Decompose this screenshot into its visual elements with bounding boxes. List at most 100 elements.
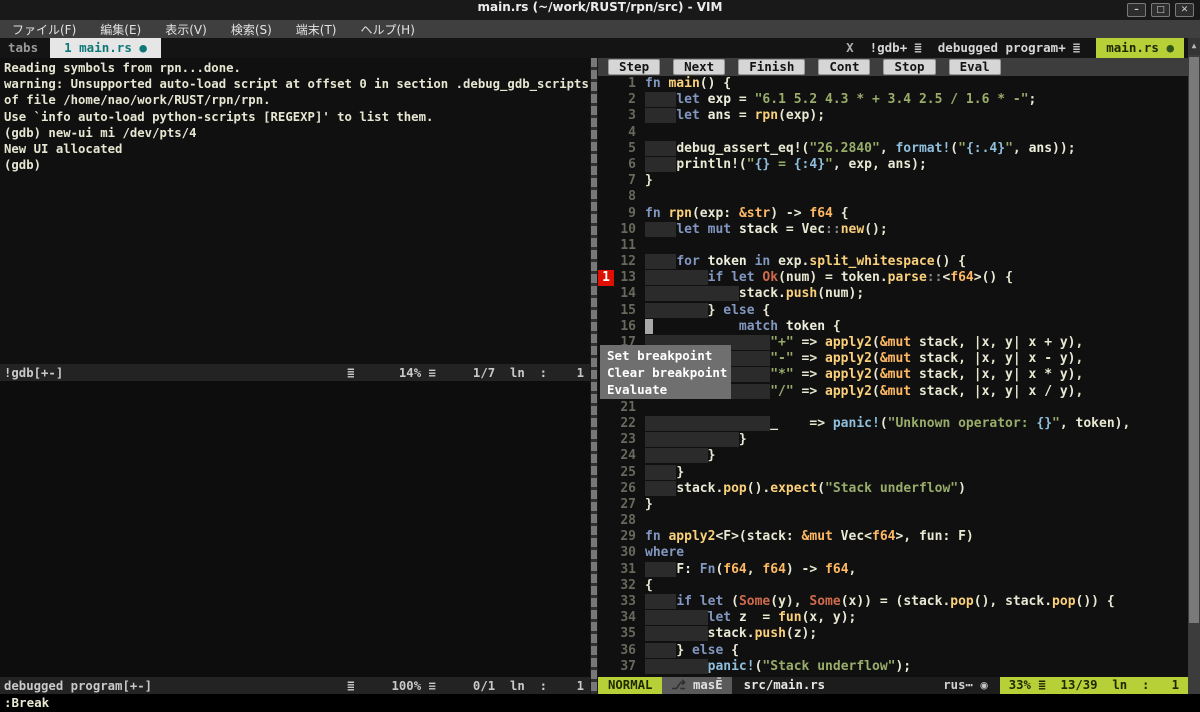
popup-item-clear-breakpoint[interactable]: Clear breakpoint [607, 364, 731, 381]
code-text: panic!("Stack underflow"); [636, 659, 911, 675]
code-line[interactable]: 31 F: Fn(f64, f64) -> f64, [598, 562, 1188, 578]
gdb-terminal[interactable]: Reading symbols from rpn...done.warning:… [0, 58, 590, 364]
code-line[interactable]: 37 panic!("Stack underflow"); [598, 659, 1188, 675]
line-number: 36 [614, 643, 636, 659]
buffer-gdb[interactable]: !gdb+≣ [870, 38, 922, 58]
line-number: 22 [614, 416, 636, 432]
line-number: 23 [614, 432, 636, 448]
code-line[interactable]: 26 stack.pop().expect("Stack underflow") [598, 481, 1188, 497]
code-line[interactable]: 27} [598, 497, 1188, 513]
program-status-info: ≣ 100% ≡ 0/1 ln : 1 [347, 679, 584, 693]
code-line[interactable]: 22 _ => panic!("Unknown operator: {}", t… [598, 416, 1188, 432]
code-line[interactable]: 25 } [598, 465, 1188, 481]
line-number: 14 [614, 286, 636, 302]
code-line[interactable]: 113 if let Ok(num) = token.parse::<f64>(… [598, 270, 1188, 286]
menu-item-s[interactable]: 検索(S) [231, 21, 272, 38]
scrollbar-up-arrow-icon[interactable]: ▲ [1188, 38, 1200, 55]
line-number: 26 [614, 481, 636, 497]
code-text: } [636, 173, 653, 189]
gdb-output-line: (gdb) [4, 157, 590, 173]
code-line[interactable]: 34 let z = fun(x, y); [598, 610, 1188, 626]
code-line[interactable]: 5 debug_assert_eq!("26.2840", format!("{… [598, 141, 1188, 157]
program-terminal[interactable] [0, 381, 590, 677]
code-line[interactable]: 4 [598, 125, 1188, 141]
code-line[interactable]: 35 stack.push(z); [598, 626, 1188, 642]
line-number: 10 [614, 222, 636, 238]
gdb-statusline: !gdb[+-] ≣ 14% ≡ 1/7 ln : 1 [0, 364, 590, 381]
file-path: src/main.rs [732, 677, 837, 694]
tabline-close-icon[interactable]: X [846, 38, 854, 58]
buffer-main-rs[interactable]: main.rs ● [1096, 38, 1184, 58]
code-line[interactable]: 12 for token in exp.split_whitespace() { [598, 254, 1188, 270]
line-number: 25 [614, 465, 636, 481]
left-pane: Reading symbols from rpn...done.warning:… [0, 58, 590, 694]
menu-item-h[interactable]: ヘルプ(H) [361, 21, 415, 38]
code-line[interactable]: 7} [598, 173, 1188, 189]
finish-button[interactable]: Finish [738, 59, 805, 75]
code-line[interactable]: 24 } [598, 448, 1188, 464]
code-line[interactable]: 10 let mut stack = Vec::new(); [598, 222, 1188, 238]
menu-item-v[interactable]: 表示(V) [165, 21, 207, 38]
code-line[interactable]: 23 } [598, 432, 1188, 448]
buffer-list-icon: ≣ [1066, 40, 1081, 55]
code-line[interactable]: 2 let exp = "6.1 5.2 4.3 * + 3.4 2.5 / 1… [598, 92, 1188, 108]
line-number: 3 [614, 108, 636, 124]
code-text [636, 238, 645, 254]
sign-column [598, 594, 614, 610]
line-number: 11 [614, 238, 636, 254]
menu-item-f[interactable]: ファイル(F) [12, 21, 76, 38]
code-line[interactable]: 16 match token { [598, 319, 1188, 335]
line-number: 7 [614, 173, 636, 189]
code-line[interactable]: 36 } else { [598, 643, 1188, 659]
code-line[interactable]: 21 [598, 400, 1188, 416]
stop-button[interactable]: Stop [883, 59, 935, 75]
popup-item-set-breakpoint[interactable]: Set breakpoint [607, 347, 731, 364]
maximize-button[interactable]: □ [1151, 3, 1170, 17]
vertical-scrollbar[interactable]: ▲ [1188, 38, 1200, 694]
code-line[interactable]: 28 [598, 513, 1188, 529]
window-separator[interactable] [590, 58, 598, 694]
code-text: let exp = "6.1 5.2 4.3 * + 3.4 2.5 / 1.6… [636, 92, 1036, 108]
git-branch-name: masĒ [693, 678, 723, 692]
menu-item-t[interactable]: 端末(T) [296, 21, 337, 38]
code-line[interactable]: 3 let ans = rpn(exp); [598, 108, 1188, 124]
line-number: 31 [614, 562, 636, 578]
line-number: 30 [614, 545, 636, 561]
code-line[interactable]: 9fn rpn(exp: &str) -> f64 { [598, 206, 1188, 222]
popup-item-evaluate[interactable]: Evaluate [607, 381, 731, 398]
code-line[interactable]: 6 println!("{} = {:4}", exp, ans); [598, 157, 1188, 173]
tab-main-rs[interactable]: 1 main.rs ● [50, 38, 161, 58]
line-number: 35 [614, 626, 636, 642]
minimize-button[interactable]: – [1127, 3, 1146, 17]
code-text: } [636, 448, 715, 464]
code-text: stack.push(z); [636, 626, 817, 642]
code-line[interactable]: 14 stack.push(num); [598, 286, 1188, 302]
buffer-label: debugged program+ [938, 40, 1066, 55]
line-number: 8 [614, 189, 636, 205]
step-button[interactable]: Step [608, 59, 660, 75]
eval-button[interactable]: Eval [949, 59, 1001, 75]
gdb-buffer-name: !gdb[+-] [4, 366, 63, 380]
code-line[interactable]: 1fn main() { [598, 76, 1188, 92]
scrollbar-thumb[interactable] [1189, 57, 1199, 623]
code-line[interactable]: 15 } else { [598, 303, 1188, 319]
line-number: 28 [614, 513, 636, 529]
buffer-debugged-program[interactable]: debugged program+≣ [938, 38, 1080, 58]
code-line[interactable]: 33 if let (Some(y), Some(x)) = (stack.po… [598, 594, 1188, 610]
code-line[interactable]: 32{ [598, 578, 1188, 594]
command-line[interactable]: :Break [0, 694, 1200, 712]
breakpoint-sign[interactable]: 1 [598, 270, 614, 286]
code-line[interactable]: 11 [598, 238, 1188, 254]
sign-column [598, 76, 614, 92]
menu-item-e[interactable]: 編集(E) [100, 21, 141, 38]
code-line[interactable]: 30where [598, 545, 1188, 561]
next-button[interactable]: Next [673, 59, 725, 75]
code-text: } else { [636, 643, 739, 659]
code-text [636, 400, 645, 416]
code-line[interactable]: 8 [598, 189, 1188, 205]
cont-button[interactable]: Cont [818, 59, 870, 75]
gdb-output-line: (gdb) new-ui mi /dev/pts/4 [4, 125, 590, 141]
code-line[interactable]: 29fn apply2<F>(stack: &mut Vec<f64>, fun… [598, 529, 1188, 545]
code-text: debug_assert_eq!("26.2840", format!("{:.… [636, 141, 1076, 157]
close-button[interactable]: ✕ [1175, 3, 1194, 17]
